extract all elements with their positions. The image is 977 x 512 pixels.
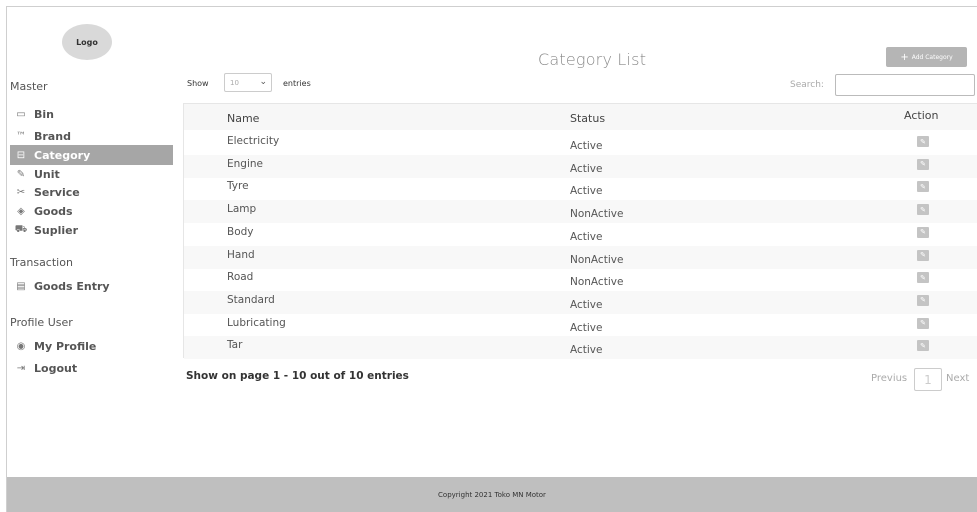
sidebar-item-label: Unit (34, 167, 60, 181)
edit-icon[interactable]: ✎ (917, 158, 929, 170)
cell-name: Body (227, 225, 254, 238)
cell-status: Active (570, 185, 603, 198)
logo-text: Logo (76, 37, 98, 47)
edit-icon[interactable]: ✎ (917, 136, 929, 147)
search-label: Search: (790, 80, 824, 90)
bin-icon: ▭ (16, 108, 26, 120)
sidebar-item-suplier[interactable]: ⛟ Suplier (10, 220, 173, 240)
pen-icon: ✎ (16, 168, 26, 180)
plus-icon: + (900, 51, 909, 63)
cell-status: NonActive (570, 253, 624, 266)
sidebar-item-label: Bin (34, 107, 54, 121)
sidebar-item-goods-entry[interactable]: ▤ Goods Entry (10, 276, 173, 296)
sidebar-item-brand[interactable]: ™ Brand (10, 126, 173, 146)
table-row: Tar Active ✎ (184, 336, 977, 360)
cell-status: Active (570, 298, 603, 311)
profile-section-title: Profile User (10, 316, 73, 329)
sidebar-item-label: Goods Entry (34, 279, 110, 293)
edit-icon[interactable]: ✎ (917, 294, 929, 306)
logout-icon: ⇥ (16, 362, 26, 374)
footer: Copyright 2021 Toko MN Motor (7, 477, 977, 512)
edit-icon[interactable]: ✎ (917, 204, 929, 216)
cell-name: Tyre (227, 180, 249, 193)
column-header-status[interactable]: Status (570, 112, 605, 125)
previous-page-button[interactable]: Previus (871, 373, 907, 384)
table-row: Body Active ✎ (184, 223, 977, 246)
table-row: Engine Active ✎ (184, 154, 977, 178)
table-row: Tyre Active ✎ (184, 177, 977, 200)
cell-status: NonActive (570, 276, 624, 289)
table-info: Show on page 1 - 10 out of 10 entries (186, 370, 409, 382)
cell-name: Engine (227, 157, 263, 170)
sidebar-item-service[interactable]: ✂ Service (10, 182, 173, 202)
category-table: Name Status Action Electricity Active ✎ Eng… (183, 103, 977, 360)
category-icon: ⊟ (16, 149, 26, 161)
cell-name: Hand (227, 248, 255, 261)
table-row: Hand NonActive ✎ (184, 245, 977, 269)
entries-select[interactable]: 10 ⌄ (224, 73, 272, 92)
cell-name: Electricity (227, 135, 280, 147)
sidebar-item-label: My Profile (34, 339, 97, 353)
add-category-button[interactable]: + Add Category (886, 47, 967, 67)
sidebar-item-label: Goods (34, 204, 73, 218)
column-header-action: Action (904, 109, 939, 122)
table-row: Road NonActive ✎ (184, 268, 977, 291)
edit-icon[interactable]: ✎ (917, 317, 929, 329)
cell-status: Active (570, 230, 603, 243)
cube-icon: ◈ (17, 205, 25, 217)
sidebar-item-logout[interactable]: ⇥ Logout (10, 358, 173, 378)
chevron-down-icon: ⌄ (259, 77, 267, 87)
table-row: Standard Active ✎ (184, 290, 977, 314)
sidebar-item-label: Category (34, 148, 91, 162)
sidebar-item-label: Logout (34, 361, 78, 375)
page-number-button[interactable]: 1 (914, 368, 942, 391)
sidebar-item-unit[interactable]: ✎ Unit (10, 164, 173, 184)
sidebar-item-label: Brand (34, 129, 71, 143)
table-row: Lubricating Active ✎ (184, 314, 977, 337)
brand-tag-icon: ™ (16, 130, 26, 142)
sidebar-item-my-profile[interactable]: ◉ My Profile (10, 336, 173, 356)
user-icon: ◉ (16, 340, 26, 352)
edit-icon[interactable]: ✎ (917, 226, 929, 238)
copyright-text: Copyright 2021 Toko MN Motor (438, 490, 546, 499)
edit-icon[interactable]: ✎ (917, 272, 929, 284)
clipboard-icon: ▤ (16, 280, 26, 292)
truck-icon: ⛟ (14, 223, 28, 235)
cell-name: Road (227, 271, 254, 284)
tools-icon: ✂ (16, 186, 26, 198)
cell-name: Lubricating (227, 316, 286, 329)
next-page-button[interactable]: Next (946, 373, 969, 384)
sidebar-item-goods[interactable]: ◈ Goods (10, 201, 173, 221)
cell-name: Standard (227, 293, 275, 306)
table-row: Lamp NonActive ✎ (184, 200, 977, 224)
entries-label: entries (283, 79, 311, 88)
edit-icon[interactable]: ✎ (917, 181, 929, 193)
search-input[interactable] (835, 74, 975, 96)
sidebar-item-label: Service (34, 185, 80, 199)
edit-icon[interactable]: ✎ (917, 340, 929, 352)
sidebar-item-label: Suplier (34, 223, 79, 237)
cell-status: Active (570, 321, 603, 334)
page-title: Category List (538, 50, 647, 69)
column-header-name[interactable]: Name (227, 112, 259, 125)
master-section-title: Master (10, 80, 48, 93)
table-row: Electricity Active ✎ (184, 132, 977, 155)
add-category-label: Add Category (911, 53, 953, 61)
cell-status: Active (570, 344, 603, 357)
edit-icon[interactable]: ✎ (917, 249, 929, 261)
cell-name: Tar (227, 339, 243, 352)
cell-status: Active (570, 162, 603, 175)
cell-name: Lamp (227, 203, 257, 216)
sidebar-item-category[interactable]: ⊟ Category (10, 145, 173, 165)
sidebar-item-bin[interactable]: ▭ Bin (10, 104, 173, 124)
transaction-section-title: Transaction (10, 256, 73, 269)
cell-status: Active (570, 140, 603, 152)
cell-status: NonActive (570, 208, 624, 221)
entries-value: 10 (230, 78, 239, 87)
show-label: Show (187, 79, 209, 88)
logo: Logo (62, 24, 112, 60)
